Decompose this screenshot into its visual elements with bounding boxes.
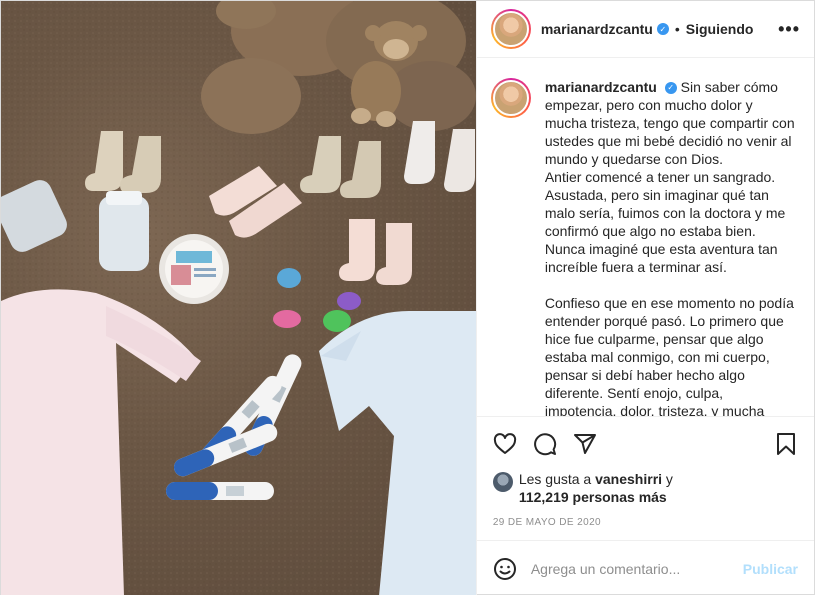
likes-summary: Les gusta a vaneshirri y 112,219 personas… xyxy=(477,470,814,512)
bookmark-icon[interactable] xyxy=(774,432,798,456)
following-button[interactable]: Siguiendo xyxy=(686,21,754,37)
cream-tin xyxy=(159,234,229,304)
caption-username[interactable]: marianardzcantu xyxy=(545,79,657,95)
likes-conjunction: y xyxy=(662,471,673,487)
photo-illustration xyxy=(1,1,476,595)
comment-input[interactable] xyxy=(530,560,743,577)
liker-avatar[interactable] xyxy=(492,472,513,492)
likes-count[interactable]: 112,219 personas más xyxy=(519,489,667,505)
verified-icon: ✓ xyxy=(664,82,677,95)
heart-icon[interactable] xyxy=(493,432,517,456)
comment-icon[interactable] xyxy=(533,432,557,456)
share-icon[interactable] xyxy=(573,432,597,456)
emoji-icon[interactable] xyxy=(493,557,517,581)
more-options-icon[interactable]: ••• xyxy=(778,19,800,40)
liker-username[interactable]: vaneshirri xyxy=(595,471,662,487)
caption-avatar[interactable] xyxy=(492,80,529,116)
likes-prefix: Les gusta a xyxy=(518,471,596,487)
verified-icon: ✓ xyxy=(656,23,669,35)
post-photo[interactable] xyxy=(1,1,476,595)
instagram-post: marianardzcantu ✓ • Siguiendo ••• marian… xyxy=(0,0,815,595)
post-date[interactable]: 29 DE MAYO DE 2020 xyxy=(477,512,814,540)
post-side-panel: marianardzcantu ✓ • Siguiendo ••• marian… xyxy=(475,1,814,595)
author-username[interactable]: marianardzcantu xyxy=(541,21,653,37)
caption-avatar-ring[interactable] xyxy=(490,78,531,118)
separator-dot: • xyxy=(674,21,680,37)
caption-text: marianardzcantu ✓ Sin saber cómo empezar… xyxy=(545,78,798,416)
comment-bar: Publicar xyxy=(476,540,814,595)
post-header: marianardzcantu ✓ • Siguiendo ••• xyxy=(476,1,814,58)
action-bar xyxy=(476,416,814,470)
likes-text: Les gusta a vaneshirri y 112,219 personas… xyxy=(519,470,673,506)
caption-body: Sin saber cómo empezar, pero con mucho d… xyxy=(544,79,795,416)
author-avatar[interactable] xyxy=(492,11,529,47)
author-avatar-ring[interactable] xyxy=(490,9,531,49)
caption-area[interactable]: marianardzcantu ✓ Sin saber cómo empezar… xyxy=(477,58,814,416)
publish-button[interactable]: Publicar xyxy=(743,561,798,577)
